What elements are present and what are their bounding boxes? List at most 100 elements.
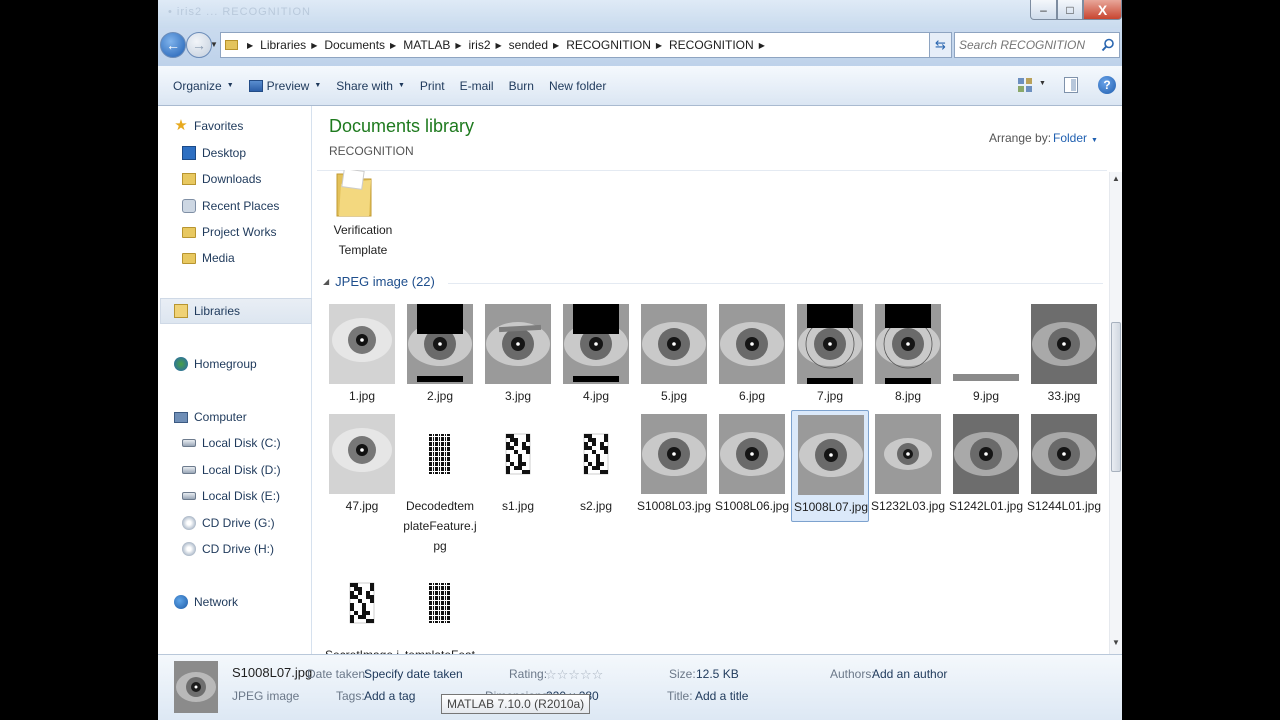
sidebar-label: Local Disk (D:) [202,463,281,477]
folder-item-verification-template[interactable]: Verification Template [323,220,403,260]
close-button[interactable]: X [1083,0,1122,20]
arrow-left-icon: ← [166,37,180,53]
explorer-window: • iris2 ... RECOGNITION – □ X ← → ▼ ▶ Li… [158,0,1122,720]
file-item[interactable]: 8.jpg [869,304,947,410]
preview-pane-icon[interactable] [1064,77,1078,93]
file-item[interactable]: 33.jpg [1025,304,1103,410]
breadcrumb-documents[interactable]: Documents ▶ [324,38,403,52]
rating-label: Rating: [509,667,548,681]
breadcrumb-recognition[interactable]: RECOGNITION ▶ [566,38,669,52]
print-button[interactable]: Print [420,79,445,93]
scroll-down-icon[interactable]: ▼ [1112,638,1120,647]
group-header-jpeg[interactable]: ◢ JPEG image (22) [323,274,435,289]
new-folder-button[interactable]: New folder [549,79,606,93]
file-item[interactable]: S1008L06.jpg [713,414,791,520]
file-thumbnail [349,582,375,624]
vertical-scrollbar[interactable]: ▲ ▼ [1109,172,1122,654]
sidebar-item-recent-places[interactable]: Recent Places [182,199,279,213]
file-item[interactable]: S1008L03.jpg [635,414,713,520]
file-item[interactable]: S1232L03.jpg [869,414,947,520]
chevron-down-icon[interactable]: ▼ [1039,80,1046,87]
sidebar-item-drive-h[interactable]: CD Drive (H:) [182,542,274,556]
burn-button[interactable]: Burn [509,79,534,93]
back-button[interactable]: ← [160,32,186,58]
chevron-down-icon: ▼ [1091,137,1098,144]
file-thumbnail [797,304,863,384]
breadcrumb-iris2[interactable]: iris2 ▶ [468,38,508,52]
file-item[interactable]: 2.jpg [401,304,479,410]
file-item[interactable]: 5.jpg [635,304,713,410]
scroll-up-icon[interactable]: ▲ [1112,174,1120,183]
window-title: • iris2 ... RECOGNITION [168,6,311,18]
organize-menu[interactable]: Organize ▼ [173,79,234,93]
file-item[interactable]: S1242L01.jpg [947,414,1025,520]
file-item[interactable]: 6.jpg [713,304,791,410]
preview-menu[interactable]: Preview ▼ [248,79,321,93]
breadcrumb-recognition-sub[interactable]: RECOGNITION ▶ [669,38,772,52]
file-item[interactable]: S1008L07.jpg [791,410,869,522]
file-item[interactable]: Decodedtem plateFeature.j pg [401,414,479,553]
breadcrumb-matlab[interactable]: MATLAB ▶ [403,38,468,52]
search-input[interactable] [959,38,1099,52]
file-item[interactable]: 3.jpg [479,304,557,410]
file-item[interactable]: 9.jpg [947,304,1025,410]
breadcrumb-root[interactable]: ▶ [242,41,260,50]
sidebar-label: Recent Places [202,199,280,213]
title-bar[interactable]: • iris2 ... RECOGNITION – □ X [158,0,1122,28]
file-thumbnail [641,304,707,384]
file-item[interactable]: s1.jpg [479,414,557,520]
address-bar[interactable]: ▶ Libraries ▶ Documents ▶ MATLAB ▶ iris2 ▶ s… [220,32,987,58]
file-item[interactable]: S1244L01.jpg [1025,414,1103,520]
sidebar-item-desktop[interactable]: Desktop [182,146,246,160]
file-item[interactable]: 47.jpg [323,414,401,520]
arrange-by-dropdown[interactable]: Folder ▼ [1053,131,1098,145]
share-with-label: Share with [336,78,393,93]
details-pane: S1008L07.jpg JPEG image Date taken: Spec… [158,654,1122,720]
file-item[interactable]: s2.jpg [557,414,635,520]
minimize-button[interactable]: – [1030,0,1057,20]
sidebar-item-computer[interactable]: Computer [174,410,247,424]
search-box[interactable] [954,32,1120,58]
sidebar-item-homegroup[interactable]: Homegroup [174,357,257,371]
email-button[interactable]: E-mail [460,79,494,93]
sidebar-item-project-works[interactable]: Project Works [182,225,276,239]
help-icon[interactable]: ? [1098,76,1116,94]
file-item[interactable]: 7.jpg [791,304,869,410]
scroll-thumb[interactable] [1111,322,1121,472]
sidebar-item-libraries[interactable]: Libraries [174,304,240,318]
breadcrumb-sended[interactable]: sended ▶ [509,38,567,52]
sidebar-item-downloads[interactable]: Downloads [182,172,261,186]
date-taken-label: Date taken: [307,667,369,681]
chevron-right-icon: ▶ [311,40,318,50]
folder-name-line: Template [338,243,388,257]
sidebar-item-media[interactable]: Media [182,251,235,265]
refresh-button[interactable]: ⇆ [930,32,952,58]
forward-button[interactable]: → [186,32,212,58]
sidebar-item-drive-c[interactable]: Local Disk (C:) [182,436,281,450]
date-taken-value[interactable]: Specify date taken [364,667,463,681]
rating-stars[interactable]: ☆☆☆☆☆ [545,667,603,683]
sidebar-item-drive-g[interactable]: CD Drive (G:) [182,516,275,530]
tags-value[interactable]: Add a tag [364,689,415,703]
recent-pages-dropdown[interactable]: ▼ [210,40,218,49]
search-icon[interactable] [1101,38,1115,52]
file-thumbnail [329,304,395,384]
desktop-icon [182,146,196,160]
breadcrumb-libraries[interactable]: Libraries ▶ [260,38,324,52]
maximize-button[interactable]: □ [1057,0,1083,20]
title-value[interactable]: Add a title [695,689,748,703]
sidebar-item-drive-e[interactable]: Local Disk (E:) [182,489,280,503]
sidebar-label: Favorites [194,119,244,133]
file-thumbnail [429,434,451,474]
sidebar-item-network[interactable]: Network [174,595,238,609]
file-item[interactable]: 4.jpg [557,304,635,410]
sidebar-item-favorites[interactable]: ★ Favorites [174,118,244,133]
file-thumbnail [329,414,395,494]
downloads-icon [182,173,196,185]
view-options-icon[interactable] [1018,78,1032,92]
file-name: S1008L06.jpg [714,499,790,513]
authors-value[interactable]: Add an author [872,667,947,681]
sidebar-item-drive-d[interactable]: Local Disk (D:) [182,463,281,477]
file-item[interactable]: 1.jpg [323,304,401,410]
share-with-menu[interactable]: Share with ▼ [336,79,405,93]
